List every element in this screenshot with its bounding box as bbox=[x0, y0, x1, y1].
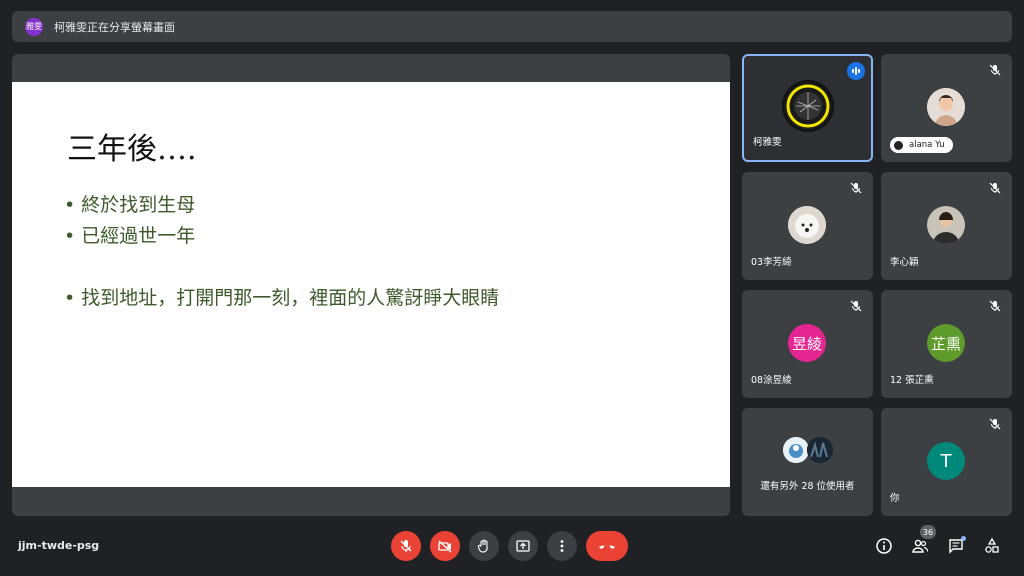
avatar bbox=[788, 206, 826, 244]
name-chip: alana Yu bbox=[890, 137, 953, 153]
participant-name: alana Yu bbox=[909, 140, 945, 150]
participant-tile[interactable]: 芷熏 12 張芷熏 bbox=[881, 290, 1012, 398]
participant-tile[interactable]: alana Yu bbox=[881, 54, 1012, 162]
participant-tile[interactable]: 李心穎 bbox=[881, 172, 1012, 280]
people-icon bbox=[912, 539, 929, 553]
presentation-banner: 雅雯 柯雅雯正在分享螢幕畫面 bbox=[12, 11, 1012, 42]
slide-bullet: • 終於找到生母 bbox=[64, 194, 196, 216]
others-tile[interactable]: 還有另外 28 位使用者 bbox=[742, 408, 873, 516]
self-tile[interactable]: T 你 bbox=[881, 408, 1012, 516]
presentation-status: 柯雅雯正在分享螢幕畫面 bbox=[54, 20, 175, 34]
raise-hand-button[interactable] bbox=[469, 531, 499, 561]
presentation-slide: 三年後…. • 終於找到生母 • 已經過世一年 • 找到地址，打開門那一刻，裡面的人驚… bbox=[12, 82, 730, 487]
participant-name: 你 bbox=[890, 493, 900, 504]
mic-off-icon bbox=[400, 540, 412, 552]
control-bar: jjm-twde-psg bbox=[0, 520, 1024, 576]
participant-count-badge: 36 bbox=[920, 525, 936, 539]
shared-screen[interactable]: 三年後…. • 終於找到生母 • 已經過世一年 • 找到地址，打開門那一刻，裡面的人驚… bbox=[12, 54, 730, 516]
participant-name: 柯雅雯 bbox=[753, 137, 782, 148]
more-vert-icon bbox=[560, 540, 564, 552]
avatar: T bbox=[927, 442, 965, 480]
avatar bbox=[783, 437, 809, 463]
mic-off-icon bbox=[989, 182, 1001, 194]
avatar: 芷熏 bbox=[927, 324, 965, 362]
camera-off-icon bbox=[438, 540, 452, 553]
avatar: 昱綾 bbox=[788, 324, 826, 362]
meeting-details-button[interactable] bbox=[873, 535, 895, 557]
participant-name: 12 張芷熏 bbox=[890, 375, 934, 386]
participant-tile[interactable]: 昱綾 08涂昱綾 bbox=[742, 290, 873, 398]
presenter-avatar: 雅雯 bbox=[25, 17, 43, 36]
participant-name: 03李芳綺 bbox=[751, 257, 792, 268]
avatar bbox=[927, 206, 965, 244]
avatar bbox=[782, 80, 834, 132]
leave-call-button[interactable] bbox=[586, 531, 628, 561]
meeting-code: jjm-twde-psg bbox=[18, 539, 100, 552]
info-icon bbox=[876, 538, 892, 554]
present-icon bbox=[516, 540, 530, 552]
hand-icon bbox=[477, 539, 488, 553]
mic-off-icon bbox=[989, 300, 1001, 312]
avatar bbox=[927, 88, 965, 126]
user-icon bbox=[894, 140, 903, 150]
speaking-indicator-icon bbox=[847, 62, 865, 80]
call-end-icon bbox=[599, 545, 615, 549]
camera-toggle-button[interactable] bbox=[430, 531, 460, 561]
chat-notification-dot bbox=[961, 536, 966, 541]
activities-icon bbox=[985, 537, 999, 553]
mic-off-icon bbox=[989, 64, 1001, 76]
mic-toggle-button[interactable] bbox=[391, 531, 421, 561]
participant-tile[interactable]: 03李芳綺 bbox=[742, 172, 873, 280]
mic-off-icon bbox=[989, 418, 1001, 430]
others-count: 還有另外 28 位使用者 bbox=[760, 481, 855, 492]
participant-name: 08涂昱綾 bbox=[751, 375, 792, 386]
activities-button[interactable] bbox=[981, 535, 1003, 557]
participant-tile[interactable]: 柯雅雯 bbox=[742, 54, 873, 162]
more-options-button[interactable] bbox=[547, 531, 577, 561]
slide-bullet: • 找到地址，打開門那一刻，裡面的人驚訝睜大眼睛 bbox=[64, 287, 500, 309]
slide-bullet: • 已經過世一年 bbox=[64, 225, 196, 247]
mic-off-icon bbox=[850, 182, 862, 194]
mic-off-icon bbox=[850, 300, 862, 312]
slide-title: 三年後…. bbox=[67, 132, 197, 167]
present-now-button[interactable] bbox=[508, 531, 538, 561]
avatar bbox=[807, 437, 833, 463]
participant-name: 李心穎 bbox=[890, 257, 919, 268]
